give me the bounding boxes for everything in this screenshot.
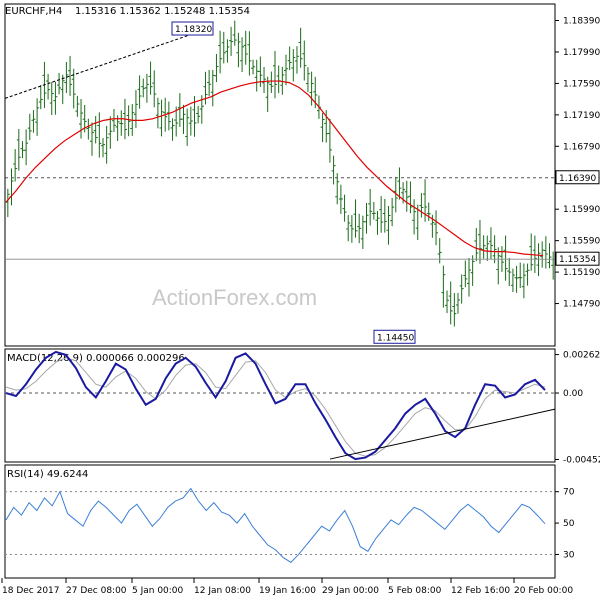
rsi-tick-label: 70 xyxy=(563,488,575,498)
time-tick-label: 19 Jan 16:00 xyxy=(259,586,316,596)
chart-symbol: EURCHF,H4 xyxy=(5,6,62,17)
chart-ohlc: 1.15316 1.15362 1.15248 1.15354 xyxy=(75,6,250,17)
time-tick-label: 5 Jan 00:00 xyxy=(132,586,184,596)
price-tick-label: 1.15990 xyxy=(563,205,600,215)
time-axis: 18 Dec 2017 27 Dec 08:00 5 Jan 00:00 12 Jan… xyxy=(1,578,573,596)
time-tick-label: 27 Dec 08:00 xyxy=(66,586,127,596)
macd-tick-label: -0.004526 xyxy=(563,455,600,465)
watermark: ActionForex.com xyxy=(152,285,317,310)
time-tick-label: 12 Feb 16:00 xyxy=(451,586,510,596)
rsi-frame xyxy=(4,464,556,579)
price-level-label: 1.16390 xyxy=(559,174,596,184)
macd-title: MACD(12,26,9) 0.000066 0.000296 xyxy=(7,353,185,364)
rsi-title: RSI(14) 49.6244 xyxy=(7,469,88,480)
price-tick-label: 1.17590 xyxy=(563,79,600,89)
time-tick-label: 12 Jan 08:00 xyxy=(194,586,251,596)
rsi-tick-label: 50 xyxy=(563,519,575,529)
time-tick-label: 29 Jan 00:00 xyxy=(322,586,379,596)
time-tick-label: 5 Feb 08:00 xyxy=(388,586,442,596)
price-tick-label: 1.17990 xyxy=(563,48,600,58)
macd-frame xyxy=(4,348,556,463)
price-tick-label: 1.18390 xyxy=(563,17,600,27)
price-tick-label: 1.14790 xyxy=(563,300,600,310)
forex-chart: 1.18390 1.17990 1.17590 1.17190 1.16790 1.163… xyxy=(1,3,600,596)
price-tick-label: 1.17190 xyxy=(563,111,600,121)
rsi-tick-label: 30 xyxy=(563,550,575,560)
macd-tick-label: 0.00262 xyxy=(563,351,600,361)
price-tick-label: 1.15190 xyxy=(563,268,600,278)
macd-tick-label: 0.00 xyxy=(563,389,583,399)
price-tick-label: 1.16790 xyxy=(563,142,600,152)
time-tick-label: 20 Feb 00:00 xyxy=(514,586,573,596)
current-price-label: 1.15354 xyxy=(559,255,596,265)
time-tick-label: 18 Dec 2017 xyxy=(2,586,60,596)
low-annotation-label: 1.14450 xyxy=(377,333,414,343)
high-annotation-label: 1.18320 xyxy=(175,25,212,35)
price-tick-label: 1.15590 xyxy=(563,237,600,247)
